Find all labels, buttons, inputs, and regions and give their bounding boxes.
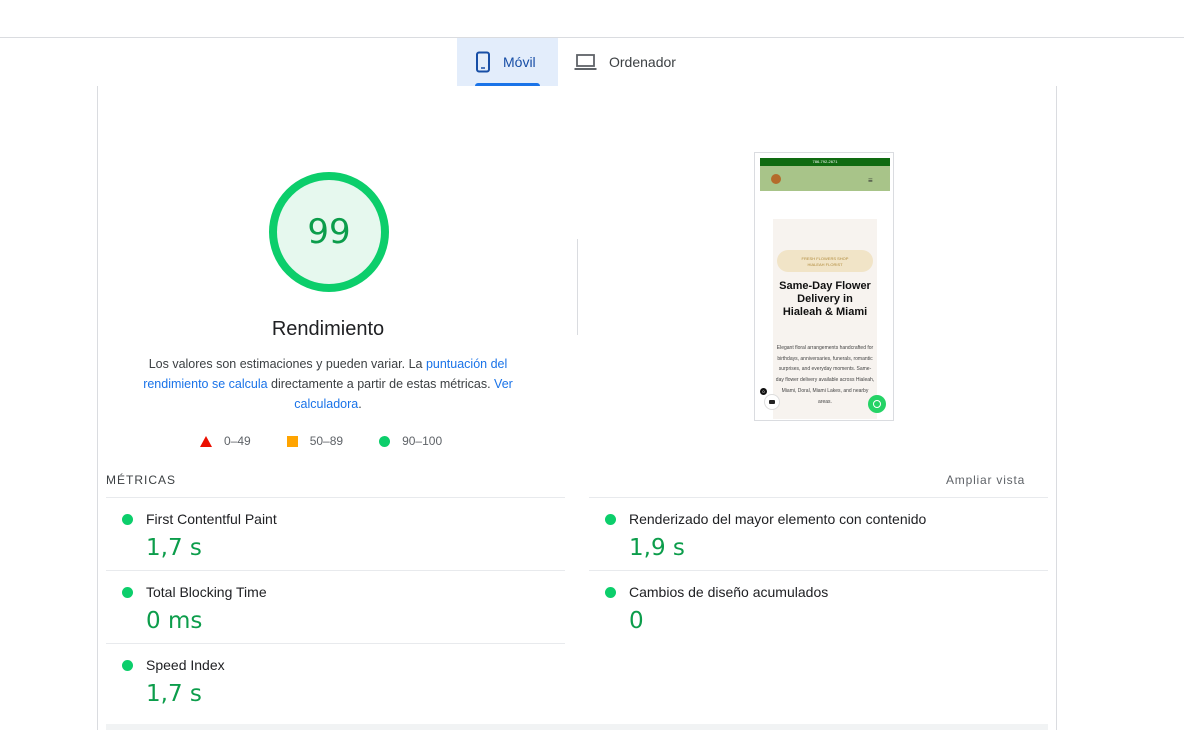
device-tabs: Móvil Ordenador [457,38,694,86]
legend-range: 0–49 [224,434,251,448]
status-circle-icon [605,587,616,598]
performance-score: 99 [307,212,351,252]
cart-badge: 0 [760,388,767,395]
status-circle-icon [122,587,133,598]
legend-range: 90–100 [402,434,443,448]
legend-item-good: 90–100 [379,434,442,448]
metric-value: 1,7 s [146,681,202,707]
screenshot-body: Elegant floral arrangements handcrafted … [775,345,875,405]
status-circle-icon [605,514,616,525]
square-icon [286,435,298,447]
report-panel: 99 Rendimiento Los valores son estimacio… [97,86,1057,730]
cart-icon [764,394,780,410]
metric-lcp: Renderizado del mayor elemento con conte… [589,497,1048,570]
cart-count: 0 [762,389,765,394]
score-legend: 0–49 50–89 90–100 [200,434,478,448]
metric-cls: Cambios de diseño acumulados 0 [589,570,1048,643]
metric-fcp: First Contentful Paint 1,7 s [106,497,565,570]
desc-middle: directamente a partir de estas métricas. [267,377,495,391]
desc-prefix: Los valores son estimaciones y pueden va… [148,357,426,371]
tab-desktop[interactable]: Ordenador [558,38,694,86]
legend-range: 50–89 [309,434,344,448]
screenshot-pill: FRESH FLOWERS SHOP HIALEAH FLORIST [777,250,873,272]
laptop-icon [574,54,597,70]
desc-suffix: . [358,397,362,411]
metric-name: Total Blocking Time [146,584,267,600]
metric-name: First Contentful Paint [146,511,277,527]
pill-line-2: HIALEAH FLORIST [807,262,843,267]
triangle-icon [200,435,212,447]
whatsapp-icon [868,395,886,413]
metric-name: Renderizado del mayor elemento con conte… [629,511,927,527]
expand-view-toggle[interactable]: Ampliar vista [946,473,1025,487]
mobile-icon [476,51,490,73]
legend-item-poor: 0–49 [200,434,251,448]
logo-icon [771,174,781,184]
metric-value: 1,7 s [146,535,202,561]
metric-name: Cambios de diseño acumulados [629,584,829,600]
legend-item-average: 50–89 [286,434,344,448]
screenshot-headline: Same-Day Flower Delivery in Hialeah & Mi… [779,280,871,318]
metric-tbt: Total Blocking Time 0 ms [106,570,565,643]
circle-icon [379,435,391,447]
top-bar [0,0,1184,38]
tab-desktop-label: Ordenador [609,54,676,70]
metric-value: 1,9 s [629,535,685,561]
page-screenshot: 786-792-2671 ≡ FRESH FLOWERS SHOP HIALEA… [754,152,894,421]
gauge-title: Rendimiento [271,318,385,340]
metric-value: 0 [629,608,644,634]
status-circle-icon [122,514,133,525]
screenshot-phone-bar: 786-792-2671 [760,158,890,166]
metric-si: Speed Index 1,7 s [106,643,565,716]
tab-mobile[interactable]: Móvil [457,38,558,86]
hamburger-icon: ≡ [868,176,873,185]
gauge-description: Los valores son estimaciones y pueden va… [135,354,521,414]
tab-mobile-label: Móvil [503,54,536,70]
metric-value: 0 ms [146,608,203,634]
metrics-bottom-bar [106,724,1048,730]
metric-name: Speed Index [146,657,225,673]
status-circle-icon [122,660,133,671]
vertical-divider [577,239,578,335]
metrics-heading: MÉTRICAS [106,473,177,487]
